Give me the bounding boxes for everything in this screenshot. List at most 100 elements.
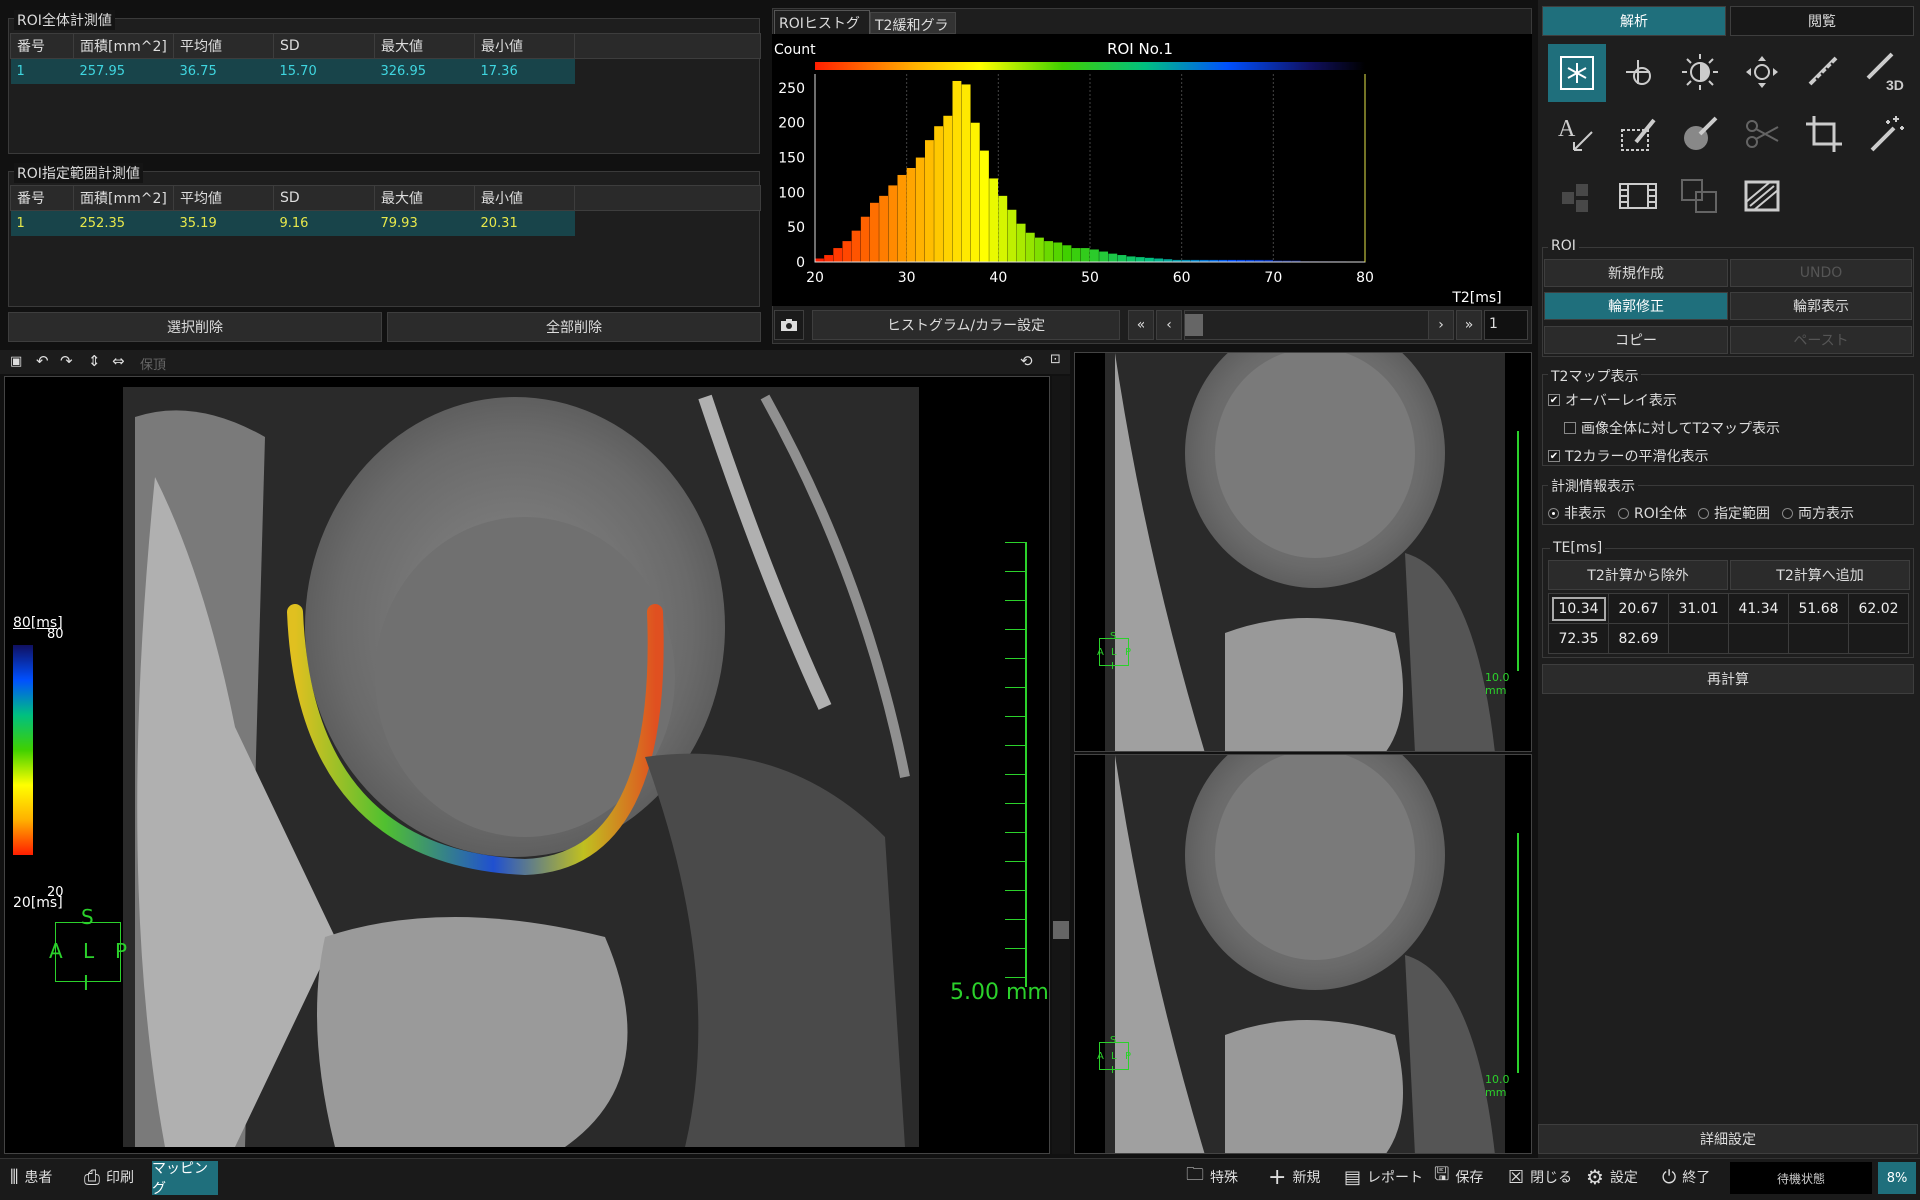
splitter-handle[interactable] bbox=[1053, 921, 1069, 939]
new-button[interactable]: + 新規 bbox=[1268, 1162, 1320, 1192]
tab-view[interactable]: 閲覧 bbox=[1730, 6, 1914, 36]
tab-analysis[interactable]: 解析 bbox=[1542, 6, 1726, 36]
settings-button[interactable]: ⚙ 設定 bbox=[1586, 1162, 1638, 1192]
radio-dot[interactable] bbox=[1548, 507, 1559, 519]
tool-measure-3d[interactable]: 3D bbox=[1858, 44, 1914, 100]
prev-frame-button[interactable]: ‹ bbox=[1156, 310, 1182, 340]
tab-roi-histogram[interactable]: ROIヒストグラム bbox=[774, 10, 870, 52]
col-header[interactable]: 最大値 bbox=[374, 185, 475, 211]
tool-measure[interactable] bbox=[1796, 44, 1852, 100]
te-cell[interactable] bbox=[1728, 623, 1789, 654]
flip-horizontal-icon[interactable]: ⇔ bbox=[112, 352, 125, 370]
camera-icon[interactable]: ▣ bbox=[10, 354, 22, 369]
undo-icon[interactable]: ⟲ bbox=[1020, 352, 1033, 370]
tool-window-level[interactable] bbox=[1672, 44, 1728, 100]
special-button[interactable]: 🗀 特殊 bbox=[1186, 1162, 1238, 1192]
viewer-splitter[interactable] bbox=[1052, 376, 1070, 1154]
col-header[interactable]: 最小値 bbox=[474, 33, 575, 59]
smoothing-checkbox[interactable]: ✔ T2カラーの平滑化表示 bbox=[1548, 446, 1708, 466]
tool-compare[interactable] bbox=[1672, 168, 1728, 224]
te-cell[interactable]: 82.69 bbox=[1608, 623, 1669, 654]
col-header[interactable]: 最小値 bbox=[474, 185, 575, 211]
roi-paste-button[interactable]: ペースト bbox=[1730, 326, 1912, 354]
col-header[interactable]: 番号 bbox=[10, 185, 74, 211]
histogram-camera-button[interactable] bbox=[774, 310, 804, 340]
te-include-button[interactable]: T2計算へ追加 bbox=[1730, 560, 1910, 590]
te-cell[interactable]: 51.68 bbox=[1788, 593, 1849, 624]
te-cell[interactable]: 20.67 bbox=[1608, 593, 1669, 624]
te-cell[interactable]: 62.02 bbox=[1848, 593, 1909, 624]
whole-image-checkbox[interactable]: 画像全体に対してT2マップ表示 bbox=[1564, 418, 1780, 438]
thumb-view-2[interactable]: 10.0 mm S A L P I bbox=[1074, 754, 1532, 1154]
col-header[interactable]: 最大値 bbox=[374, 33, 475, 59]
overlay-checkbox[interactable]: ✔ オーバーレイ表示 bbox=[1548, 390, 1677, 410]
tool-volume[interactable] bbox=[1548, 168, 1604, 224]
measure-radio-range[interactable]: 指定範囲 bbox=[1698, 503, 1770, 523]
roi-copy-button[interactable]: コピー bbox=[1544, 326, 1728, 354]
te-cell[interactable]: 31.01 bbox=[1668, 593, 1729, 624]
col-header[interactable]: 面積[mm^2] bbox=[73, 33, 174, 59]
frame-slider-thumb[interactable] bbox=[1185, 314, 1203, 336]
tool-cut[interactable] bbox=[1734, 106, 1790, 162]
save-button[interactable]: 🖫 保存 bbox=[1434, 1162, 1483, 1192]
flip-vertical-icon[interactable]: ⇕ bbox=[88, 352, 101, 370]
roi-modify-button[interactable]: 輪郭修正 bbox=[1544, 292, 1728, 320]
roi-undo-button[interactable]: UNDO bbox=[1730, 259, 1912, 287]
last-frame-button[interactable]: » bbox=[1456, 310, 1482, 340]
tool-t2-map[interactable] bbox=[1548, 44, 1606, 102]
detail-settings-button[interactable]: 詳細設定 bbox=[1538, 1124, 1918, 1154]
first-frame-button[interactable]: « bbox=[1128, 310, 1154, 340]
te-cell[interactable]: 72.35 bbox=[1548, 623, 1609, 654]
tab-t2-relaxation[interactable]: T2緩和グラフ bbox=[870, 12, 956, 54]
tool-auto-roi[interactable] bbox=[1858, 106, 1914, 162]
radio-dot[interactable] bbox=[1618, 507, 1629, 519]
tool-pan[interactable] bbox=[1734, 44, 1790, 100]
te-cell[interactable] bbox=[1788, 623, 1849, 654]
measure-radio-roi-all[interactable]: ROI全体 bbox=[1618, 503, 1687, 523]
mapping-tab[interactable]: マッピング bbox=[152, 1161, 218, 1197]
measure-radio-hide[interactable]: 非表示 bbox=[1548, 503, 1606, 523]
te-cell[interactable] bbox=[1668, 623, 1729, 654]
tool-crop[interactable] bbox=[1796, 106, 1852, 162]
print-button[interactable]: ⎙ 印刷 bbox=[84, 1162, 134, 1192]
main-image-view[interactable]: 80[ms] 80 20 20[ms] S A L P I 5.00 mm bbox=[4, 376, 1050, 1154]
col-header[interactable]: 番号 bbox=[10, 33, 74, 59]
frame-slider[interactable] bbox=[1184, 310, 1430, 340]
radio-dot[interactable] bbox=[1782, 507, 1793, 519]
col-header[interactable]: SD bbox=[273, 185, 375, 211]
tool-point-roi[interactable] bbox=[1610, 44, 1666, 100]
thumb-view-1[interactable]: 10.0 mm S A L P I bbox=[1074, 352, 1532, 752]
roi-show-button[interactable]: 輪郭表示 bbox=[1730, 292, 1912, 320]
frame-number-input[interactable]: 1 bbox=[1484, 310, 1528, 340]
next-frame-button[interactable]: › bbox=[1428, 310, 1454, 340]
recalculate-button[interactable]: 再計算 bbox=[1542, 664, 1914, 694]
tool-annotation[interactable]: A bbox=[1548, 106, 1604, 162]
te-cell[interactable] bbox=[1848, 623, 1909, 654]
te-exclude-button[interactable]: T2計算から除外 bbox=[1548, 560, 1728, 590]
te-cell[interactable]: 41.34 bbox=[1728, 593, 1789, 624]
tool-draw-roi[interactable] bbox=[1610, 106, 1666, 162]
col-header[interactable]: SD bbox=[273, 33, 375, 59]
delete-selected-button[interactable]: 選択削除 bbox=[8, 312, 382, 342]
rotate-left-icon[interactable]: ↶ bbox=[36, 352, 49, 370]
checkbox-box[interactable] bbox=[1564, 422, 1576, 434]
exit-button[interactable]: ⏻ 終了 bbox=[1662, 1162, 1710, 1192]
table-row[interactable]: 1 257.95 36.75 15.70 326.95 17.36 bbox=[10, 58, 761, 84]
checkbox-box[interactable]: ✔ bbox=[1548, 450, 1560, 462]
patient-button[interactable]: ⫴ 患者 bbox=[10, 1162, 52, 1192]
radio-dot[interactable] bbox=[1698, 507, 1709, 519]
report-button[interactable]: ▤ レポート bbox=[1344, 1162, 1423, 1192]
delete-all-button[interactable]: 全部削除 bbox=[387, 312, 761, 342]
close-button[interactable]: ☒ 閉じる bbox=[1508, 1162, 1572, 1192]
col-header[interactable]: 平均値 bbox=[173, 185, 274, 211]
checkbox-box[interactable]: ✔ bbox=[1548, 394, 1560, 406]
tool-sphere-roi[interactable] bbox=[1672, 106, 1728, 162]
col-header[interactable]: 平均値 bbox=[173, 33, 274, 59]
expand-icon[interactable]: ⊡ bbox=[1050, 352, 1061, 367]
tool-cine[interactable] bbox=[1610, 168, 1666, 224]
histogram-color-settings-button[interactable]: ヒストグラム/カラー設定 bbox=[812, 310, 1120, 340]
col-header[interactable]: 面積[mm^2] bbox=[73, 185, 174, 211]
tool-mask[interactable] bbox=[1734, 168, 1790, 224]
te-cell-selected[interactable]: 10.34 bbox=[1548, 593, 1609, 624]
roi-new-button[interactable]: 新規作成 bbox=[1544, 259, 1728, 287]
